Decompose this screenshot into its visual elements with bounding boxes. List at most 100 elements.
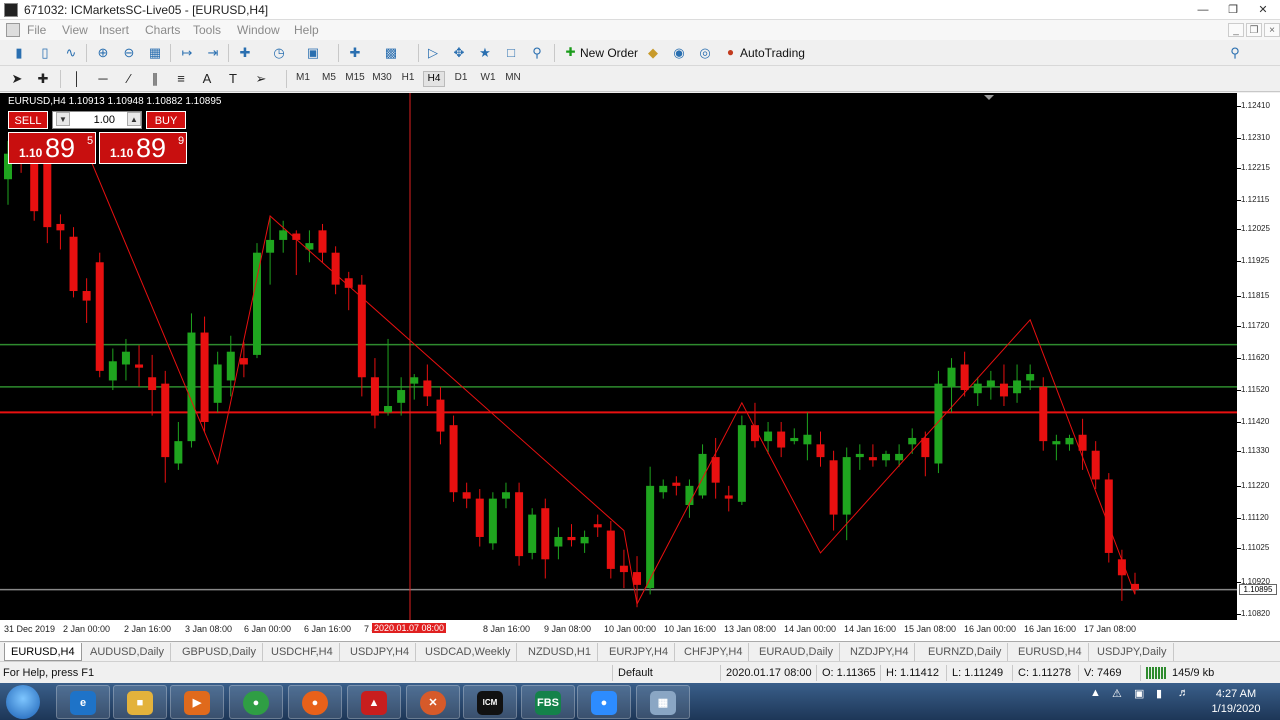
vertical-line-icon[interactable]: │ xyxy=(68,70,86,88)
data-window-icon[interactable]: ▷ xyxy=(424,44,442,62)
office-taskbar-button[interactable]: ✕ xyxy=(406,685,460,719)
chart-tab[interactable]: USDCAD,Weekly xyxy=(419,643,518,661)
chart-tab[interactable]: NZDUSD,H1 xyxy=(522,643,598,661)
line-chart-icon[interactable]: ∿ xyxy=(62,44,80,62)
mdi-restore-button[interactable]: ❐ xyxy=(1246,23,1262,37)
restore-button[interactable]: ❐ xyxy=(1220,2,1246,18)
market-icon[interactable]: ◉ xyxy=(670,44,688,62)
menu-help[interactable]: Help xyxy=(294,23,319,37)
text-icon[interactable]: A xyxy=(198,70,216,88)
timeframe-m30[interactable]: M30 xyxy=(371,72,393,83)
timeframe-mn[interactable]: MN xyxy=(502,72,524,83)
chart-tab[interactable]: USDCHF,H4 xyxy=(265,643,340,661)
menu-charts[interactable]: Charts xyxy=(145,23,180,37)
time-axis[interactable]: 31 Dec 2019 2 Jan 00:00 2 Jan 16:00 3 Jan 0… xyxy=(0,620,1237,641)
chart-tab[interactable]: USDJPY,Daily xyxy=(1091,643,1174,661)
media-player-taskbar-button[interactable]: ▶ xyxy=(170,685,224,719)
signal-icon[interactable]: ▮ xyxy=(1156,687,1162,700)
chart-tab[interactable]: USDJPY,H4 xyxy=(344,643,417,661)
start-button[interactable] xyxy=(6,685,40,719)
mdi-minimize-button[interactable]: _ xyxy=(1228,23,1244,37)
signals-icon[interactable]: ◎ xyxy=(696,44,714,62)
chart-tab[interactable]: EURNZD,Daily xyxy=(922,643,1009,661)
chart-tab[interactable]: EURUSD,H4 xyxy=(1012,643,1089,661)
timeframe-h4[interactable]: H4 xyxy=(423,71,445,87)
favorites-icon[interactable]: ★ xyxy=(476,44,494,62)
minimize-button[interactable]: — xyxy=(1190,2,1216,18)
icmarkets-taskbar-button[interactable]: ICM xyxy=(463,685,517,719)
chart-tab[interactable]: GBPUSD,Daily xyxy=(176,643,263,661)
timeframe-d1[interactable]: D1 xyxy=(450,72,472,83)
lot-decrease-button[interactable]: ▼ xyxy=(56,112,70,126)
fibonacci-icon[interactable]: ≡ xyxy=(172,70,190,88)
price-axis[interactable]: 1.12410 1.12310 1.12215 1.12115 1.12025 1.119… xyxy=(1237,93,1280,641)
zoom-out-icon[interactable]: ⊖ xyxy=(120,44,138,62)
arrows-icon[interactable]: ➢ xyxy=(252,70,270,88)
profiles-icon[interactable]: ▩ xyxy=(382,44,400,62)
chrome-taskbar-button[interactable]: ● xyxy=(229,685,283,719)
mdi-close-button[interactable]: × xyxy=(1264,23,1280,37)
autotrading-button[interactable]: ● AutoTrading xyxy=(720,43,811,63)
menu-tools[interactable]: Tools xyxy=(193,23,221,37)
zoom-in-icon[interactable]: ⊕ xyxy=(94,44,112,62)
network-warning-icon[interactable]: ⚠ xyxy=(1112,687,1122,700)
monitor-icon[interactable]: ▣ xyxy=(1134,687,1144,700)
timeframe-m5[interactable]: M5 xyxy=(318,72,340,83)
internet-explorer-taskbar-button[interactable]: e xyxy=(56,685,110,719)
chart-shift-icon[interactable]: ⇥ xyxy=(204,44,222,62)
new-chart-icon[interactable]: ✚ xyxy=(346,44,364,62)
zoom-taskbar-button[interactable]: ● xyxy=(577,685,631,719)
strategy-tester-icon[interactable]: ⚲ xyxy=(528,44,546,62)
terminal-icon[interactable]: □ xyxy=(502,44,520,62)
candle-body xyxy=(95,262,104,371)
system-clock[interactable]: 4:27 AM 1/19/2020 xyxy=(1206,687,1266,717)
new-order-button[interactable]: ✚ New Order xyxy=(560,43,644,63)
chart-tab[interactable]: NZDJPY,H4 xyxy=(844,643,916,661)
bar-chart-icon[interactable]: ▮ xyxy=(10,44,28,62)
menu-file[interactable]: File xyxy=(27,23,46,37)
close-button[interactable]: ✕ xyxy=(1250,2,1276,18)
sell-button[interactable]: SELL xyxy=(8,111,48,129)
autoscroll-icon[interactable]: ↦ xyxy=(178,44,196,62)
templates-icon[interactable]: ▣ xyxy=(304,44,322,62)
search-icon[interactable]: ⚲ xyxy=(1226,44,1244,62)
text-label-icon[interactable]: T xyxy=(224,70,242,88)
window-titlebar: 671032: ICMarketsSC-Live05 - [EURUSD,H4]… xyxy=(0,0,1280,20)
chart-tab[interactable]: EURAUD,Daily xyxy=(753,643,840,661)
timeframe-m1[interactable]: M1 xyxy=(292,72,314,83)
show-hidden-icons-icon[interactable]: ▲ xyxy=(1090,687,1101,699)
chart-tab[interactable]: CHFJPY,H4 xyxy=(678,643,750,661)
metaeditor-icon[interactable]: ◆ xyxy=(644,44,662,62)
acrobat-taskbar-button[interactable]: ▲ xyxy=(347,685,401,719)
sell-price[interactable]: 1.10 89 5 xyxy=(8,132,96,164)
timeframe-m15[interactable]: M15 xyxy=(344,72,366,83)
chart-tab[interactable]: AUDUSD,Daily xyxy=(84,643,171,661)
buy-price[interactable]: 1.10 89 9 xyxy=(99,132,187,164)
timeframe-w1[interactable]: W1 xyxy=(477,72,499,83)
menu-window[interactable]: Window xyxy=(237,23,280,37)
cursor-icon[interactable]: ➤ xyxy=(8,70,26,88)
periods-icon[interactable]: ◷ xyxy=(270,44,288,62)
tile-windows-icon[interactable]: ▦ xyxy=(146,44,164,62)
calculator-taskbar-button[interactable]: ▦ xyxy=(636,685,690,719)
menu-insert[interactable]: Insert xyxy=(99,23,129,37)
price-chart[interactable] xyxy=(0,93,1237,620)
candlestick-icon[interactable]: ▯ xyxy=(36,44,54,62)
lot-increase-button[interactable]: ▲ xyxy=(127,112,141,126)
chart-tab[interactable]: EURJPY,H4 xyxy=(603,643,676,661)
horizontal-line-icon[interactable]: ─ xyxy=(94,70,112,88)
file-explorer-taskbar-button[interactable]: ■ xyxy=(113,685,167,719)
equidistant-channel-icon[interactable]: ∥ xyxy=(146,70,164,88)
navigator-icon[interactable]: ✥ xyxy=(450,44,468,62)
trendline-icon[interactable]: ∕ xyxy=(120,70,138,88)
fbs-taskbar-button[interactable]: FBS xyxy=(521,685,575,719)
chart-window[interactable]: EURUSD,H4 1.10913 1.10948 1.10882 1.1089… xyxy=(0,93,1280,641)
volume-icon[interactable]: ♬ xyxy=(1178,687,1189,699)
timeframe-h1[interactable]: H1 xyxy=(397,72,419,83)
indicators-icon[interactable]: ✚ xyxy=(236,44,254,62)
buy-button[interactable]: BUY xyxy=(146,111,186,129)
crosshair-icon[interactable]: ✚ xyxy=(34,70,52,88)
firefox-taskbar-button[interactable]: ● xyxy=(288,685,342,719)
chart-tab[interactable]: EURUSD,H4 xyxy=(4,643,82,661)
menu-view[interactable]: View xyxy=(62,23,88,37)
